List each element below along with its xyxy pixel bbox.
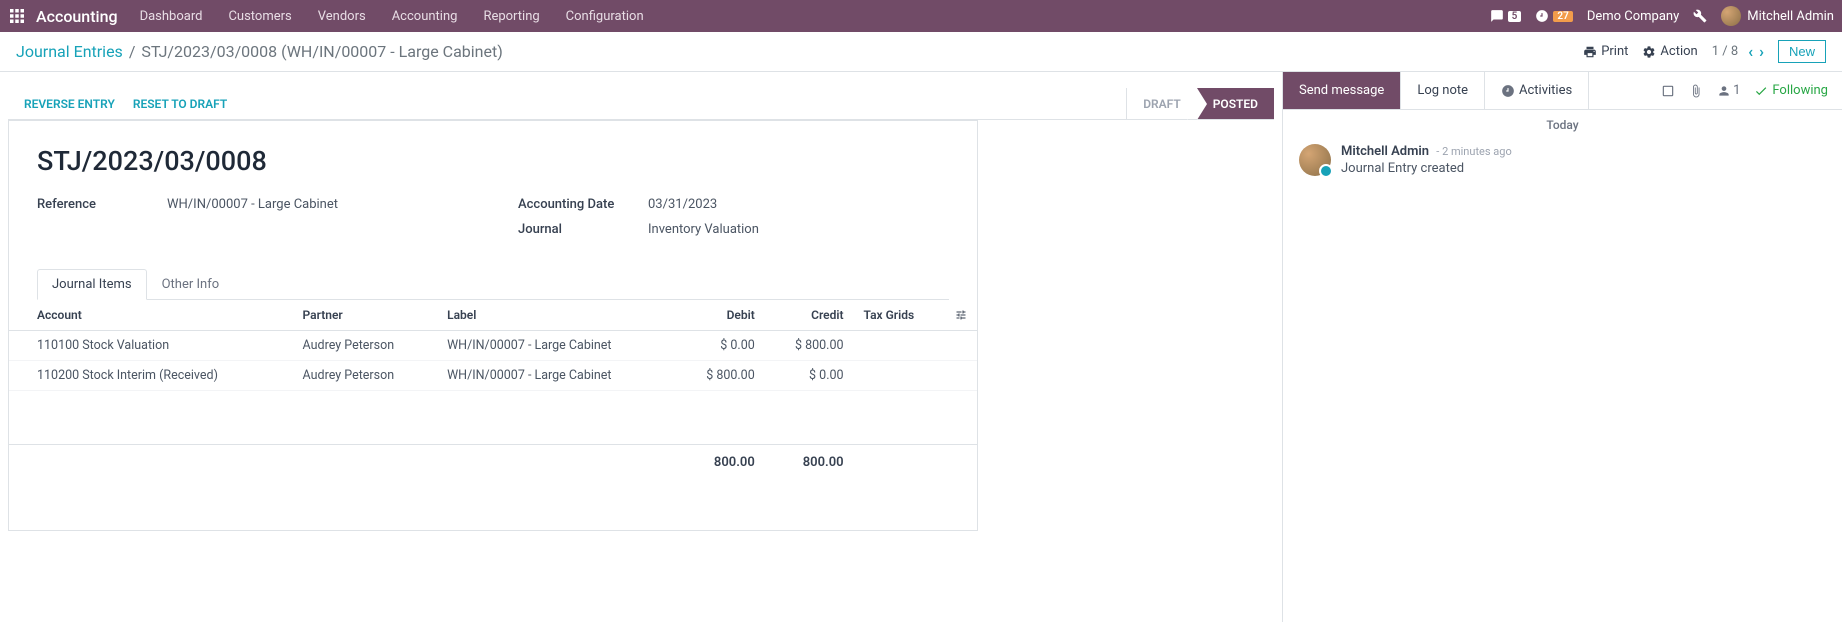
col-account[interactable]: Account [9, 300, 293, 331]
accounting-date-value[interactable]: 03/31/2023 [648, 195, 717, 212]
cell-label[interactable]: WH/IN/00007 - Large Cabinet [437, 361, 676, 391]
chatter-message: Mitchell Admin - 2 minutes ago Journal E… [1283, 140, 1842, 180]
cell-tax[interactable] [854, 331, 945, 361]
nav-accounting[interactable]: Accounting [392, 9, 458, 24]
col-tax[interactable]: Tax Grids [854, 300, 945, 331]
status-posted[interactable]: POSTED [1197, 88, 1274, 119]
following-label: Following [1772, 83, 1828, 98]
reverse-entry-button[interactable]: REVERSE ENTRY [24, 97, 115, 111]
message-avatar[interactable] [1299, 144, 1331, 176]
followers-button[interactable]: 1 [1717, 83, 1740, 98]
user-name: Mitchell Admin [1747, 9, 1834, 24]
cell-partner[interactable]: Audrey Peterson [293, 361, 438, 391]
navbar: Accounting Dashboard Customers Vendors A… [0, 0, 1842, 32]
pager-prev-icon[interactable]: ‹ [1748, 42, 1753, 61]
col-label[interactable]: Label [437, 300, 676, 331]
breadcrumb-parent[interactable]: Journal Entries [16, 42, 123, 61]
cell-debit[interactable]: $ 0.00 [676, 331, 765, 361]
nav-menu: Dashboard Customers Vendors Accounting R… [140, 9, 644, 24]
nav-configuration[interactable]: Configuration [566, 9, 644, 24]
control-panel: Journal Entries / STJ/2023/03/0008 (WH/I… [0, 32, 1842, 72]
pager: 1 / 8 ‹ › [1712, 42, 1764, 61]
cell-debit[interactable]: $ 800.00 [676, 361, 765, 391]
chatter: Send message Log note Activities 1 [1282, 72, 1842, 622]
total-credit: 800.00 [765, 445, 854, 481]
activities-label: Activities [1519, 83, 1572, 98]
col-debit[interactable]: Debit [676, 300, 765, 331]
col-credit[interactable]: Credit [765, 300, 854, 331]
cell-partner[interactable]: Audrey Peterson [293, 331, 438, 361]
accounting-date-label: Accounting Date [518, 195, 648, 212]
cell-credit[interactable]: $ 800.00 [765, 331, 854, 361]
journal-label: Journal [518, 220, 648, 237]
nav-vendors[interactable]: Vendors [318, 9, 366, 24]
print-button[interactable]: Print [1583, 44, 1628, 59]
attachments-icon[interactable] [1661, 84, 1675, 98]
app-name[interactable]: Accounting [36, 7, 118, 26]
cell-opts [945, 331, 977, 361]
col-partner[interactable]: Partner [293, 300, 438, 331]
breadcrumb-current: STJ/2023/03/0008 (WH/IN/00007 - Large Ca… [141, 42, 502, 61]
messages-count: 5 [1508, 11, 1522, 22]
reset-to-draft-button[interactable]: RESET TO DRAFT [133, 97, 227, 111]
apps-icon[interactable] [8, 7, 26, 25]
statusbar: REVERSE ENTRY RESET TO DRAFT DRAFT POSTE… [8, 88, 1274, 120]
log-note-button[interactable]: Log note [1401, 72, 1485, 109]
user-menu[interactable]: Mitchell Admin [1721, 6, 1834, 26]
sheet-tabs: Journal Items Other Info [37, 269, 949, 300]
new-button[interactable]: New [1778, 40, 1826, 63]
cell-opts [945, 361, 977, 391]
status-widget: DRAFT POSTED [1126, 88, 1274, 119]
tab-other-info[interactable]: Other Info [147, 269, 235, 300]
cell-account[interactable]: 110100 Stock Valuation [9, 331, 293, 361]
cell-account[interactable]: 110200 Stock Interim (Received) [9, 361, 293, 391]
reference-value[interactable]: WH/IN/00007 - Large Cabinet [167, 195, 338, 212]
activities-indicator[interactable]: 27 [1535, 9, 1572, 23]
table-row[interactable]: 110100 Stock ValuationAudrey PetersonWH/… [9, 331, 977, 361]
breadcrumb-sep: / [129, 42, 136, 61]
journal-items-table: Account Partner Label Debit Credit Tax G… [9, 300, 977, 480]
record-title: STJ/2023/03/0008 [37, 145, 949, 177]
message-author[interactable]: Mitchell Admin [1341, 144, 1429, 159]
nav-dashboard[interactable]: Dashboard [140, 9, 203, 24]
action-button[interactable]: Action [1642, 44, 1697, 59]
col-options-icon[interactable] [945, 300, 977, 331]
nav-customers[interactable]: Customers [228, 9, 291, 24]
tab-journal-items[interactable]: Journal Items [37, 269, 147, 300]
cell-tax[interactable] [854, 361, 945, 391]
reference-label: Reference [37, 195, 167, 212]
journal-value[interactable]: Inventory Valuation [648, 220, 759, 237]
following-button[interactable]: Following [1754, 83, 1828, 98]
form-sheet: STJ/2023/03/0008 Reference WH/IN/00007 -… [8, 120, 978, 531]
message-time: - 2 minutes ago [1436, 145, 1511, 158]
attachment-clip-icon[interactable] [1689, 84, 1703, 98]
nav-reporting[interactable]: Reporting [483, 9, 539, 24]
table-row[interactable]: 110200 Stock Interim (Received)Audrey Pe… [9, 361, 977, 391]
chatter-today-label: Today [1283, 110, 1842, 140]
print-label: Print [1601, 44, 1628, 59]
activities-button[interactable]: Activities [1485, 72, 1589, 109]
total-debit: 800.00 [676, 445, 765, 481]
action-label: Action [1660, 44, 1697, 59]
activities-count: 27 [1553, 11, 1572, 22]
pager-next-icon[interactable]: › [1759, 42, 1764, 61]
pager-text[interactable]: 1 / 8 [1712, 44, 1738, 59]
message-body: Journal Entry created [1341, 161, 1512, 176]
cell-label[interactable]: WH/IN/00007 - Large Cabinet [437, 331, 676, 361]
send-message-button[interactable]: Send message [1283, 72, 1401, 109]
cell-credit[interactable]: $ 0.00 [765, 361, 854, 391]
debug-icon[interactable] [1693, 9, 1707, 23]
breadcrumb: Journal Entries / STJ/2023/03/0008 (WH/I… [16, 42, 503, 61]
avatar [1721, 6, 1741, 26]
messages-indicator[interactable]: 5 [1490, 9, 1522, 23]
company-switcher[interactable]: Demo Company [1587, 9, 1679, 24]
followers-count: 1 [1733, 83, 1740, 98]
